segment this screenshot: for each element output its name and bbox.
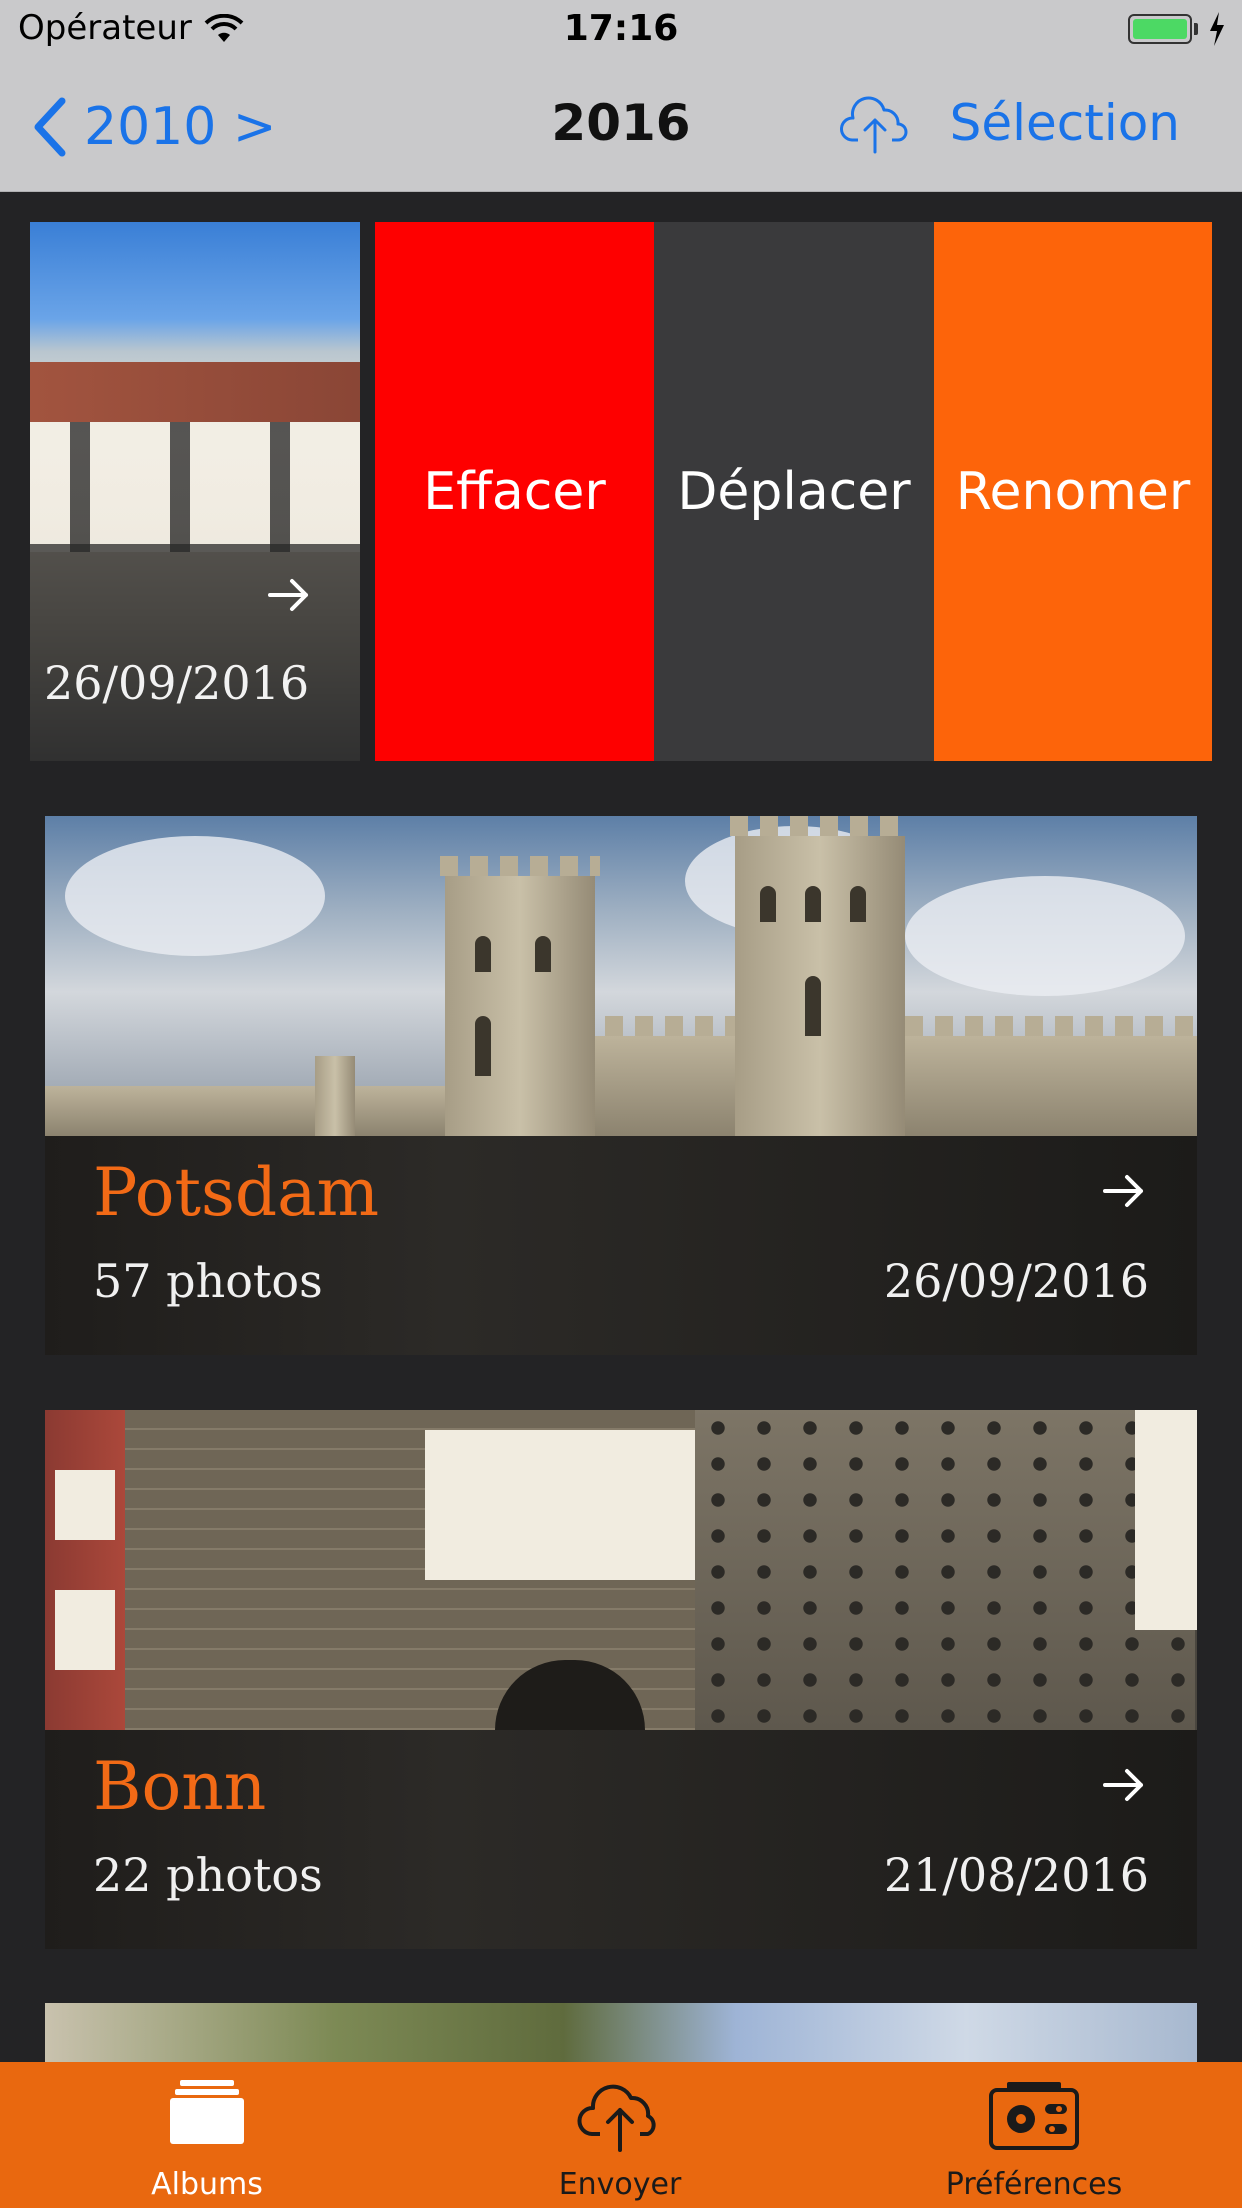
album-info: Bonn 22 photos 21/08/2016 (45, 1730, 1197, 1949)
rename-button[interactable]: Renomer (934, 222, 1212, 761)
tab-preferences[interactable]: Préférences (918, 2062, 1150, 2208)
album-title: Bonn (93, 1748, 267, 1825)
cloud-upload-icon (577, 2084, 656, 2152)
photo-window (475, 936, 491, 972)
albums-icon (170, 2080, 244, 2144)
photo-cloud (65, 836, 325, 956)
photo-window (850, 886, 866, 922)
photo-window (425, 1430, 695, 1580)
album-title: Potsdam (93, 1154, 380, 1231)
album-date: 26/09/2016 (883, 1254, 1149, 1308)
delete-button[interactable]: Effacer (375, 222, 654, 761)
album-card-partial[interactable] (45, 2003, 1197, 2063)
album-date: 21/08/2016 (883, 1848, 1149, 1902)
photo-window (535, 936, 551, 972)
battery-icon (1128, 14, 1192, 44)
settings-camera-icon (989, 2082, 1079, 2150)
clock: 17:16 (563, 8, 679, 49)
tab-bar: Albums Envoyer Préférences (0, 2062, 1242, 2208)
arrow-right-icon (1103, 1175, 1143, 1207)
navigation-bar: 2010 > 2016 Sélection (0, 64, 1242, 192)
tab-label: Envoyer (558, 2167, 682, 2202)
tab-label: Albums (151, 2167, 263, 2202)
photo-window (475, 1016, 491, 1076)
photo-window (805, 886, 821, 922)
album-row-swiped: 26/09/2016 Effacer Déplacer Renomer (30, 222, 1212, 761)
photo-count: 57 photos (93, 1254, 323, 1308)
arrow-right-icon (1103, 1769, 1143, 1801)
charging-bolt-icon (1210, 12, 1224, 46)
cloud-upload-icon[interactable] (840, 94, 910, 154)
photo-cloud (905, 876, 1185, 996)
photo-count: 22 photos (93, 1848, 323, 1902)
photo-window (1135, 1410, 1197, 1630)
photo-tower (445, 876, 595, 1136)
photo-stone-tower (695, 1410, 1195, 1730)
album-thumbnail[interactable]: 26/09/2016 (30, 222, 360, 761)
album-card-potsdam[interactable]: Potsdam 57 photos 26/09/2016 (45, 816, 1197, 1355)
album-info: Potsdam 57 photos 26/09/2016 (45, 1136, 1197, 1355)
move-button[interactable]: Déplacer (654, 222, 934, 761)
album-card-bonn[interactable]: Bonn 22 photos 21/08/2016 (45, 1410, 1197, 1949)
photo-tower (315, 1056, 355, 1136)
arrow-right-icon (268, 579, 308, 611)
tab-label: Préférences (945, 2167, 1123, 2202)
album-photo (45, 1410, 1197, 1730)
photo-battlement (730, 816, 910, 836)
thumbnail-facade (30, 422, 360, 552)
album-photo (45, 816, 1197, 1136)
status-bar: Opérateur 17:16 (0, 0, 1242, 64)
tab-upload[interactable]: Envoyer (520, 2062, 720, 2208)
photo-window (55, 1590, 115, 1670)
photo-window (760, 886, 776, 922)
battery-level (1133, 19, 1187, 39)
album-date: 26/09/2016 (44, 656, 310, 710)
tab-albums[interactable]: Albums (107, 2062, 307, 2208)
battery-tip (1194, 23, 1198, 35)
selection-button[interactable]: Sélection (950, 94, 1180, 152)
photo-window (805, 976, 821, 1036)
photo-window (55, 1470, 115, 1540)
photo-battlement (440, 856, 600, 876)
thumbnail-roof (30, 362, 360, 422)
